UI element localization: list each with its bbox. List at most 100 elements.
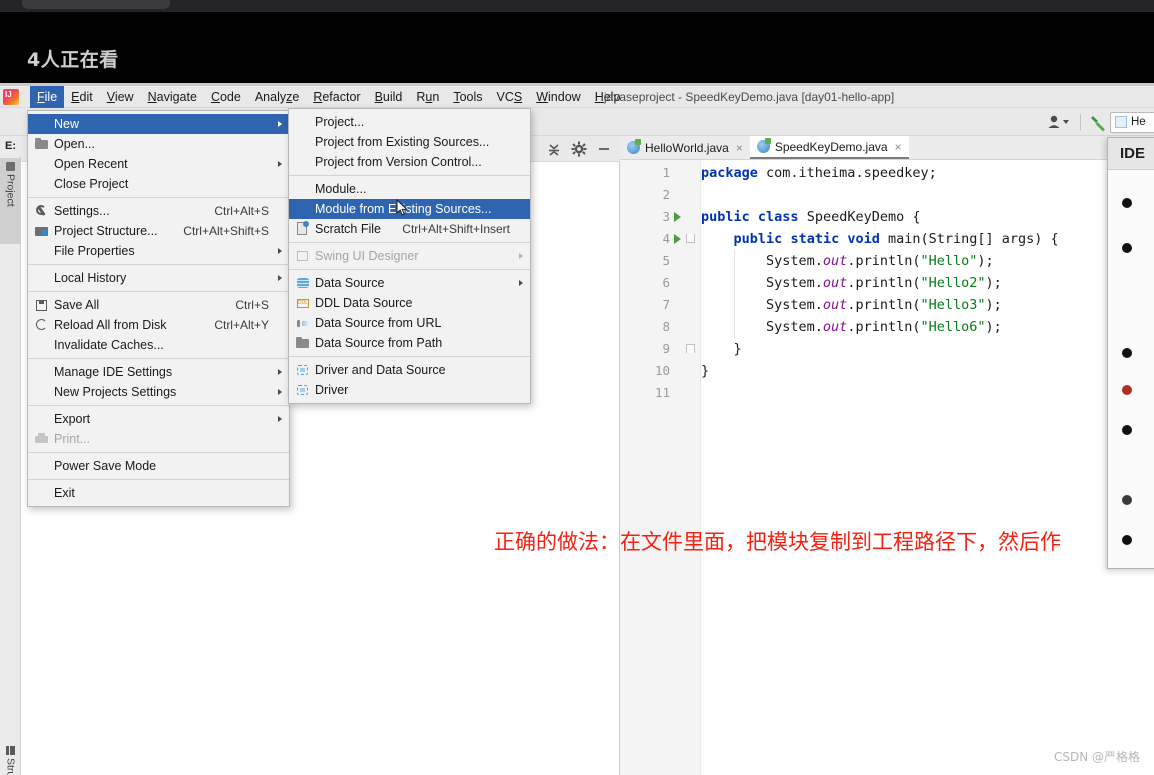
build-hammer-icon[interactable] xyxy=(1088,111,1110,133)
menu-item-file-properties[interactable]: File Properties xyxy=(28,241,289,261)
menu-edit[interactable]: Edit xyxy=(64,86,100,108)
editor-tab-label: SpeedKeyDemo.java xyxy=(774,139,888,154)
menu-file[interactable]: File xyxy=(30,86,65,108)
menu-item-label: Open Recent xyxy=(54,157,128,171)
menu-item-swing-ui-designer: Swing UI Designer xyxy=(289,246,530,266)
folder-icon xyxy=(6,162,15,171)
close-icon[interactable]: × xyxy=(895,140,902,154)
menu-item-shortcut: Ctrl+Alt+S xyxy=(214,204,269,218)
editor-fold-column[interactable] xyxy=(682,160,701,775)
menu-item-settings[interactable]: Settings... Ctrl+Alt+S xyxy=(28,201,289,221)
sidebar-item-project[interactable]: Project xyxy=(0,158,21,244)
menu-item-label: Invalidate Caches... xyxy=(54,338,164,352)
minimize-icon[interactable] xyxy=(596,141,612,157)
fold-close-icon[interactable] xyxy=(686,344,695,353)
close-icon[interactable]: × xyxy=(736,141,743,155)
menu-item-save-all[interactable]: Save All Ctrl+S xyxy=(28,295,289,315)
menu-view[interactable]: View xyxy=(100,86,141,108)
menu-vcs[interactable]: VCS xyxy=(490,86,530,108)
menu-item-open[interactable]: Open... xyxy=(28,134,289,154)
structure-icon xyxy=(6,746,15,755)
menu-tools[interactable]: Tools xyxy=(446,86,489,108)
fold-open-icon[interactable] xyxy=(686,234,695,243)
menu-item-label: Exit xyxy=(54,486,75,500)
run-gutter-icon[interactable] xyxy=(674,234,681,244)
annotation-text: 正确的做法：在文件里面，把模块复制到工程路径下，然后作 xyxy=(494,530,1061,554)
menu-separator xyxy=(28,197,289,198)
line-number: 3 xyxy=(662,209,670,224)
menu-item-label: Project... xyxy=(315,115,365,129)
menu-item-invalidate-caches[interactable]: Invalidate Caches... xyxy=(28,335,289,355)
menu-item-power-save-mode[interactable]: Power Save Mode xyxy=(28,456,289,476)
sidebar-item-structure[interactable]: Structure xyxy=(0,742,21,775)
menu-item-label: Project from Existing Sources... xyxy=(315,135,490,149)
run-configuration-selector[interactable]: He xyxy=(1110,111,1154,133)
menu-item-print: Print... xyxy=(28,429,289,449)
code-line: } xyxy=(701,341,742,357)
menu-navigate[interactable]: Navigate xyxy=(141,86,204,108)
menu-item-data-source-from-url[interactable]: Data Source from URL xyxy=(289,313,530,333)
menu-item-scratch-file[interactable]: Scratch File Ctrl+Alt+Shift+Insert xyxy=(289,219,530,239)
menu-item-close-project[interactable]: Close Project xyxy=(28,174,289,194)
collapse-all-icon[interactable] xyxy=(546,141,562,157)
menu-item-label: Swing UI Designer xyxy=(315,249,419,263)
new-submenu-popup: Project... Project from Existing Sources.… xyxy=(288,108,531,404)
project-structure-icon xyxy=(34,223,50,239)
chevron-right-icon xyxy=(278,275,282,281)
menu-item-local-history[interactable]: Local History xyxy=(28,268,289,288)
code-line: System.out.println("Hello6"); xyxy=(701,319,1002,335)
chevron-right-icon xyxy=(278,416,282,422)
stream-top-strip xyxy=(0,0,1154,12)
menu-item-module[interactable]: Module... xyxy=(289,179,530,199)
menu-item-project-structure[interactable]: Project Structure... Ctrl+Alt+Shift+S xyxy=(28,221,289,241)
menu-item-new[interactable]: New xyxy=(28,114,289,134)
gear-icon[interactable] xyxy=(571,141,587,157)
run-gutter-icon[interactable] xyxy=(674,212,681,222)
menu-item-project-from-existing-sources[interactable]: Project from Existing Sources... xyxy=(289,132,530,152)
menu-item-new-projects-settings[interactable]: New Projects Settings xyxy=(28,382,289,402)
menu-separator xyxy=(289,242,530,243)
toolbar-right-group: He xyxy=(1043,108,1154,136)
run-config-icon xyxy=(1115,116,1127,128)
user-dropdown-icon[interactable] xyxy=(1043,111,1073,133)
chevron-right-icon xyxy=(278,248,282,254)
list-bullet xyxy=(1122,425,1132,435)
editor-area: HelloWorld.java × SpeedKeyDemo.java × packa… xyxy=(620,136,1154,775)
menu-item-export[interactable]: Export xyxy=(28,409,289,429)
menu-window[interactable]: Window xyxy=(529,86,587,108)
menu-item-driver[interactable]: Driver xyxy=(289,380,530,400)
menu-item-project[interactable]: Project... xyxy=(289,112,530,132)
editor-tab-speedkeydemo-java[interactable]: SpeedKeyDemo.java × xyxy=(749,136,909,159)
menu-item-driver-and-data-source[interactable]: Driver and Data Source xyxy=(289,360,530,380)
editor-tab-helloworld-java[interactable]: HelloWorld.java × xyxy=(620,136,750,159)
menu-analyze[interactable]: Analyze xyxy=(248,86,306,108)
menu-item-data-source[interactable]: Data Source xyxy=(289,273,530,293)
menu-item-label: Power Save Mode xyxy=(54,459,157,473)
line-number: 1 xyxy=(662,165,670,180)
menu-code[interactable]: Code xyxy=(204,86,248,108)
chevron-right-icon xyxy=(278,161,282,167)
menu-refactor[interactable]: Refactor xyxy=(306,86,367,108)
stream-overlay-band: 4人正在看 xyxy=(0,12,1154,85)
menu-item-open-recent[interactable]: Open Recent xyxy=(28,154,289,174)
code-content[interactable]: package com.itheima.speedkey; public clas… xyxy=(701,160,1154,775)
menu-item-reload-all-from-disk[interactable]: Reload All from Disk Ctrl+Alt+Y xyxy=(28,315,289,335)
menu-item-project-from-version-control[interactable]: Project from Version Control... xyxy=(289,152,530,172)
sidebar-item-label: Project xyxy=(4,174,17,207)
folder-icon xyxy=(295,335,311,351)
menu-item-module-from-existing-sources[interactable]: Module from Existing Sources... xyxy=(289,199,530,219)
print-icon xyxy=(34,431,50,447)
menu-item-exit[interactable]: Exit xyxy=(28,483,289,503)
menu-run[interactable]: Run xyxy=(409,86,446,108)
menu-build[interactable]: Build xyxy=(368,86,410,108)
list-bullet xyxy=(1122,535,1132,545)
code-line: System.out.println("Hello"); xyxy=(701,253,994,269)
swing-ui-icon xyxy=(295,248,311,264)
line-number: 11 xyxy=(654,385,670,400)
driver-icon xyxy=(295,362,311,378)
menu-item-ddl-data-source[interactable]: DDL DDL Data Source xyxy=(289,293,530,313)
menu-item-manage-ide-settings[interactable]: Manage IDE Settings xyxy=(28,362,289,382)
menu-item-label: Local History xyxy=(54,271,127,285)
menu-item-data-source-from-path[interactable]: Data Source from Path xyxy=(289,333,530,353)
menu-item-label: Open... xyxy=(54,137,95,151)
